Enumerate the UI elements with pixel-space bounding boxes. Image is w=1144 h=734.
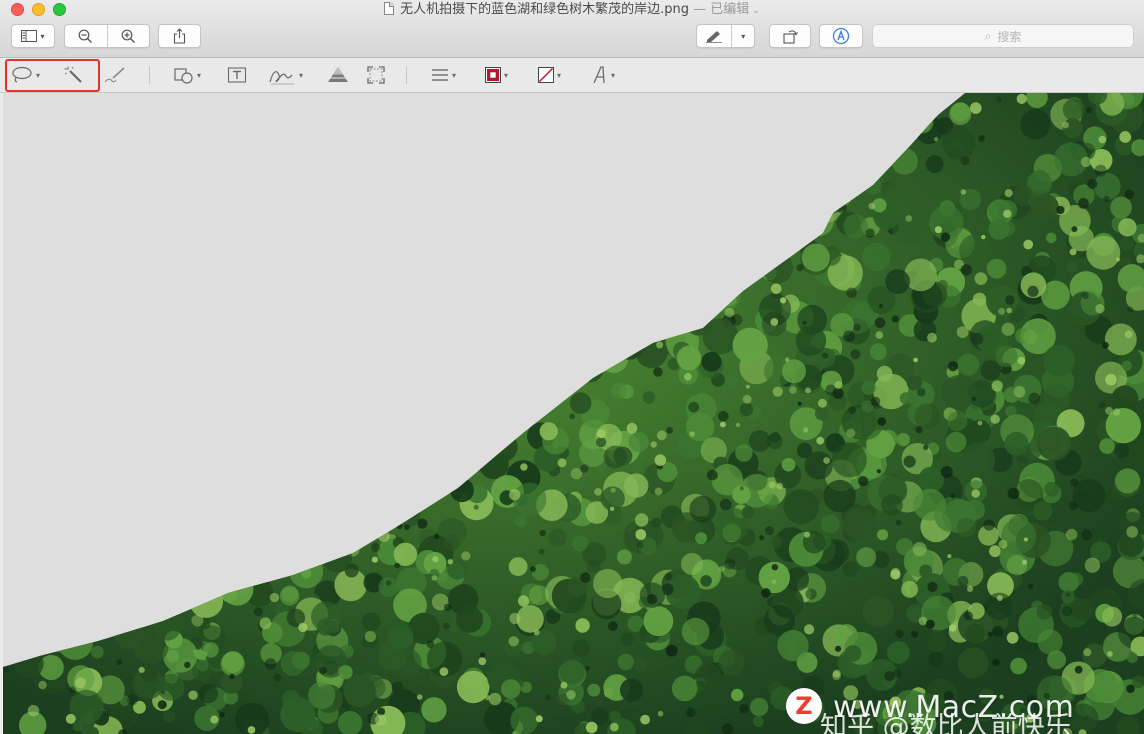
chevron-down-icon: ▾ — [299, 70, 304, 80]
edited-status: — 已编辑 — [693, 2, 750, 17]
rotate-button[interactable] — [769, 24, 811, 48]
pen-icon — [706, 31, 723, 43]
sign-tool[interactable]: ▾ — [268, 65, 303, 85]
watermark-zhihu: 知乎 @数比人前快乐 — [820, 713, 1072, 734]
shapes-tool[interactable]: ▾ — [174, 65, 201, 85]
chevron-down-icon: ▾ — [40, 31, 45, 41]
zoom-control — [64, 24, 150, 48]
share-icon — [173, 28, 186, 44]
lines-icon — [432, 69, 448, 81]
chevron-down-icon: ▾ — [504, 70, 509, 80]
rotate-icon — [782, 30, 798, 44]
text-style-tool[interactable]: ▾ — [592, 65, 615, 85]
markup-toolbar-button[interactable] — [819, 24, 863, 48]
highlight-button[interactable] — [697, 25, 731, 47]
highlight-pen-control: ▾ — [696, 24, 755, 48]
resize-icon — [367, 66, 385, 84]
sidebar-view-button[interactable]: ▾ — [11, 24, 55, 48]
zoom-out-button[interactable] — [65, 25, 107, 47]
share-button[interactable] — [158, 24, 201, 48]
chevron-down-icon: ▾ — [452, 70, 457, 80]
forest-region — [3, 93, 1144, 734]
chevron-down-icon: ▾ — [611, 70, 616, 80]
search-field[interactable]: ⌕ 搜索 — [872, 24, 1134, 48]
shapes-icon — [174, 68, 193, 84]
search-placeholder: 搜索 — [997, 29, 1022, 44]
sketch-icon — [104, 67, 125, 83]
adjust-size-tool[interactable] — [367, 65, 385, 85]
selection-tools-highlight — [5, 59, 100, 92]
chevron-down-icon: ▾ — [741, 31, 746, 41]
chevron-down-icon: ▾ — [197, 70, 202, 80]
adjust-color-icon — [328, 67, 348, 82]
border-color-icon — [485, 67, 501, 83]
markup-icon — [832, 27, 850, 45]
zoom-in-button[interactable] — [108, 25, 150, 47]
search-icon: ⌕ — [984, 28, 992, 43]
chevron-down-icon: ▾ — [557, 70, 562, 80]
text-box-icon — [227, 67, 247, 83]
file-name: 无人机拍摄下的蓝色湖和绿色树木繁茂的岸边.png — [400, 2, 690, 17]
document-icon — [384, 2, 395, 15]
image-canvas[interactable] — [3, 93, 1144, 734]
text-style-icon — [593, 66, 605, 84]
watermark-logo: Z — [786, 688, 822, 724]
window-toolbar: 无人机拍摄下的蓝色湖和绿色树木繁茂的岸边.png — 已编辑 ⌄ ▾ ▾ ⌕ 搜… — [0, 0, 1144, 58]
forest-image[interactable] — [3, 93, 1144, 734]
chevron-down-icon: ⌄ — [752, 6, 760, 16]
sidebar-icon — [21, 30, 38, 42]
zoom-out-icon — [78, 29, 93, 43]
shape-style-tool[interactable]: ▾ — [431, 65, 456, 85]
sketch-tool[interactable] — [104, 65, 126, 85]
signature-icon — [269, 71, 294, 85]
text-tool[interactable] — [227, 65, 247, 85]
zoom-in-icon — [121, 29, 135, 43]
markup-toolbar: ▾ ▾ ▾ ▾ ▾ ▾ ▾ — [0, 58, 1144, 93]
border-color-tool[interactable]: ▾ — [485, 65, 508, 85]
adjust-color-tool[interactable] — [327, 65, 349, 85]
window-title[interactable]: 无人机拍摄下的蓝色湖和绿色树木繁茂的岸边.png — 已编辑 ⌄ — [0, 1, 1144, 19]
highlight-menu-button[interactable]: ▾ — [732, 25, 754, 47]
fill-color-icon — [538, 67, 554, 83]
fill-color-tool[interactable]: ▾ — [538, 65, 561, 85]
